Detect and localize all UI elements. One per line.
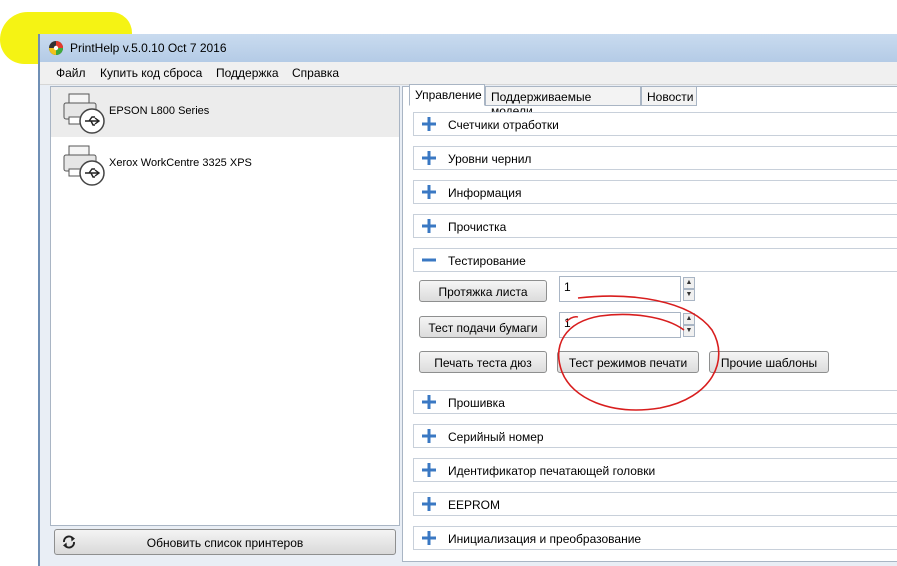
section-label: Прошивка — [448, 396, 505, 410]
section-printhead-id[interactable]: Идентификатор печатающей головки — [413, 458, 897, 482]
plus-icon — [422, 395, 436, 409]
sheet-feed-count-input[interactable]: 1 — [559, 276, 681, 302]
section-eeprom[interactable]: EEPROM — [413, 492, 897, 516]
spin-up-button[interactable]: ▲ — [683, 277, 695, 289]
printer-item-epson-l800[interactable]: EPSON L800 Series — [51, 87, 399, 137]
window-title: PrintHelp v.5.0.10 Oct 7 2016 — [70, 41, 227, 55]
section-serial-number[interactable]: Серийный номер — [413, 424, 897, 448]
spin-up-button[interactable]: ▲ — [683, 313, 695, 325]
section-label: Прочистка — [448, 220, 507, 234]
menu-file[interactable]: Файл — [56, 66, 86, 80]
printer-item-xerox-3325[interactable]: Xerox WorkCentre 3325 XPS — [51, 139, 399, 189]
spin-down-button[interactable]: ▼ — [683, 289, 695, 301]
tab-news[interactable]: Новости — [641, 86, 697, 106]
section-counters[interactable]: Счетчики отработки — [413, 112, 897, 136]
printer-name: EPSON L800 Series — [109, 105, 210, 117]
printer-usb-icon — [63, 145, 105, 186]
menu-bar: Файл Купить код сброса Поддержка Справка — [40, 62, 897, 85]
section-label: Счетчики отработки — [448, 118, 559, 132]
minus-icon — [422, 258, 436, 262]
printhelp-app-icon — [49, 41, 63, 55]
section-label: Информация — [448, 186, 522, 200]
section-information[interactable]: Информация — [413, 180, 897, 204]
section-ink-levels[interactable]: Уровни чернил — [413, 146, 897, 170]
plus-icon — [422, 151, 436, 165]
refresh-button-label: Обновить список принтеров — [146, 536, 304, 550]
paper-feed-test-button[interactable]: Тест подачи бумаги — [419, 316, 547, 338]
section-label: Уровни чернил — [448, 152, 532, 166]
section-label: Инициализация и преобразование — [448, 532, 642, 546]
background-window-edge — [0, 0, 40, 564]
print-modes-test-button[interactable]: Тест режимов печати — [557, 351, 699, 373]
sheet-feed-button[interactable]: Протяжка листа — [419, 280, 547, 302]
section-cleaning[interactable]: Прочистка — [413, 214, 897, 238]
plus-icon — [422, 497, 436, 511]
section-testing[interactable]: Тестирование — [413, 248, 897, 272]
other-templates-button[interactable]: Прочие шаблоны — [709, 351, 829, 373]
paper-feed-count-input[interactable]: 1 — [559, 312, 681, 338]
tab-control[interactable]: Управление — [409, 84, 485, 106]
nozzle-check-button[interactable]: Печать теста дюз — [419, 351, 547, 373]
section-label: Идентификатор печатающей головки — [448, 464, 656, 478]
printer-list: EPSON L800 Series Xerox WorkCentre 3325 … — [50, 86, 400, 526]
plus-icon — [422, 531, 436, 545]
plus-icon — [422, 117, 436, 131]
main-panel: Управление Поддерживаемые модели Новости… — [402, 84, 897, 562]
printhelp-window: PrintHelp v.5.0.10 Oct 7 2016 Файл Купит… — [38, 34, 897, 566]
menu-support[interactable]: Поддержка — [216, 66, 279, 80]
section-label: EEPROM — [448, 498, 501, 512]
title-bar: PrintHelp v.5.0.10 Oct 7 2016 — [40, 34, 897, 62]
menu-help[interactable]: Справка — [292, 66, 339, 80]
section-label: Серийный номер — [448, 430, 544, 444]
section-initialization[interactable]: Инициализация и преобразование — [413, 526, 897, 550]
section-firmware[interactable]: Прошивка — [413, 390, 897, 414]
printer-usb-icon — [63, 93, 105, 134]
refresh-printers-button[interactable]: Обновить список принтеров — [54, 529, 396, 555]
plus-icon — [422, 463, 436, 477]
plus-icon — [422, 429, 436, 443]
spin-down-button[interactable]: ▼ — [683, 325, 695, 337]
printer-name: Xerox WorkCentre 3325 XPS — [109, 157, 252, 169]
tab-supported-models[interactable]: Поддерживаемые модели — [485, 86, 641, 118]
section-label: Тестирование — [448, 254, 526, 268]
plus-icon — [422, 219, 436, 233]
plus-icon — [422, 185, 436, 199]
menu-buy-reset-code[interactable]: Купить код сброса — [100, 66, 202, 80]
